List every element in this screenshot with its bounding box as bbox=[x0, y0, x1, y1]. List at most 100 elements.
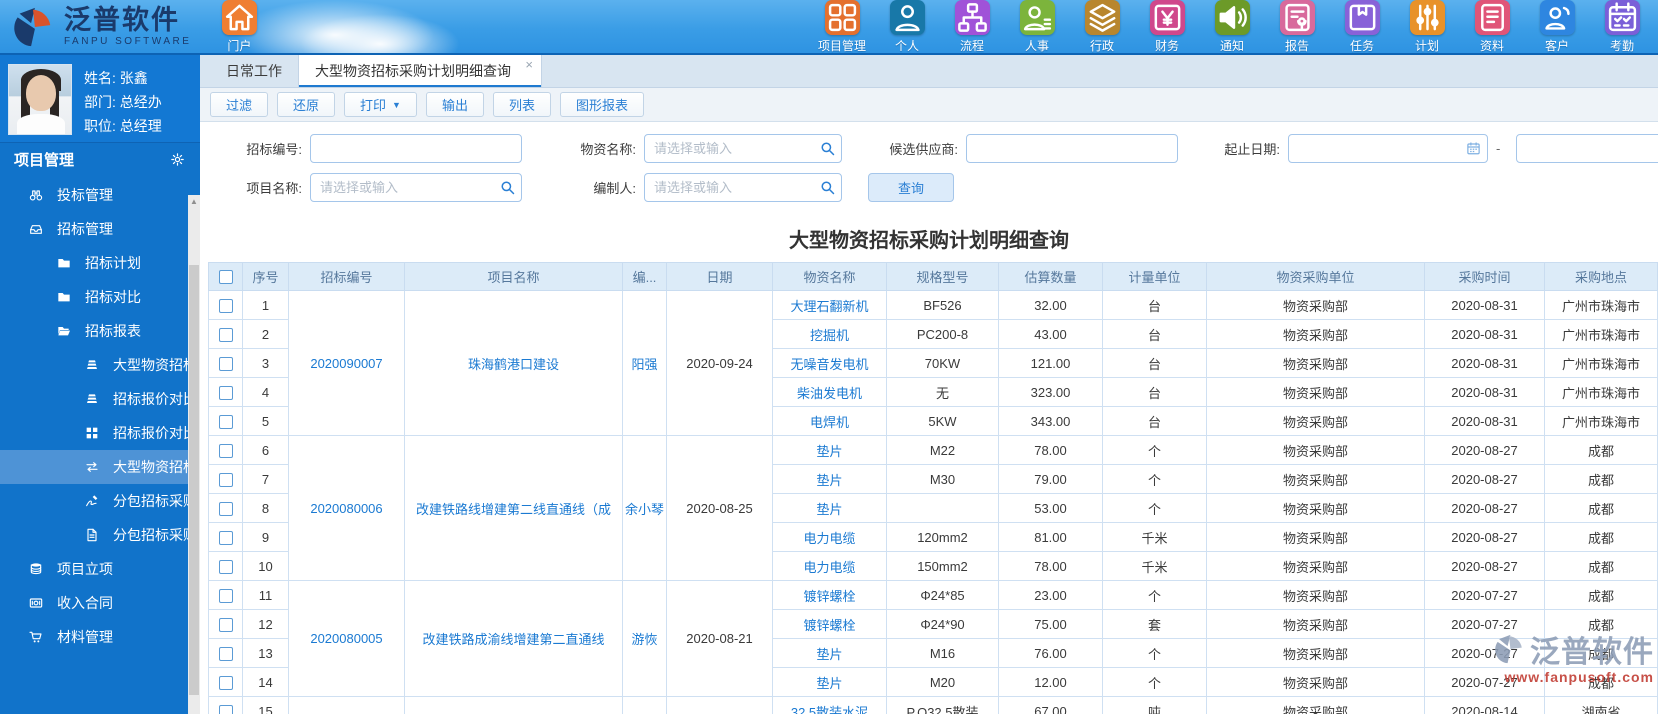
material-name-input[interactable] bbox=[644, 134, 842, 163]
compiler-cell-text[interactable]: 阳强 bbox=[631, 357, 657, 372]
filter-button[interactable]: 过滤 bbox=[210, 92, 269, 117]
search-icon[interactable] bbox=[500, 180, 515, 195]
select-all-checkbox[interactable] bbox=[218, 270, 233, 285]
sidebar-item-10[interactable]: 分包招标采购计划 bbox=[0, 484, 200, 518]
material-name-cell: 挖掘机 bbox=[772, 319, 887, 349]
sidebar-scrollbar[interactable]: ▲ bbox=[188, 195, 200, 714]
restore-button[interactable]: 还原 bbox=[277, 92, 336, 117]
sidebar-item-3[interactable]: 招标计划 bbox=[0, 246, 200, 280]
row-checkbox[interactable] bbox=[218, 385, 233, 400]
row-checkbox[interactable] bbox=[218, 298, 233, 313]
scrollbar-thumb[interactable] bbox=[189, 265, 199, 695]
gear-icon[interactable] bbox=[169, 151, 186, 168]
row-checkbox[interactable] bbox=[218, 414, 233, 429]
row-checkbox[interactable] bbox=[218, 327, 233, 342]
material-name-cell-text[interactable]: 垫片 bbox=[816, 647, 842, 662]
tab-daily-work[interactable]: 日常工作 bbox=[210, 55, 298, 87]
app-nav-item-7[interactable]: 通知 bbox=[1206, 0, 1258, 53]
app-nav-item-9[interactable]: 任务 bbox=[1336, 0, 1388, 53]
app-nav-item-6[interactable]: 财务 bbox=[1141, 0, 1193, 53]
row-checkbox[interactable] bbox=[218, 472, 233, 487]
app-nav-item-5[interactable]: 行政 bbox=[1076, 0, 1128, 53]
candidate-supplier-input[interactable] bbox=[966, 134, 1178, 163]
spec-cell-text: Φ24*85 bbox=[920, 587, 965, 603]
material-name-cell-text[interactable]: 挖掘机 bbox=[810, 328, 849, 343]
sidebar-item-4[interactable]: 招标对比 bbox=[0, 280, 200, 314]
compiler-cell-text[interactable]: 余小琴 bbox=[625, 502, 664, 517]
material-name-cell-text[interactable]: 镀锌螺栓 bbox=[803, 589, 855, 604]
material-name-cell-text[interactable]: 垫片 bbox=[816, 444, 842, 459]
app-nav-item-4[interactable]: 人事 bbox=[1011, 0, 1063, 53]
tender-no-cell-text[interactable]: 2020090007 bbox=[310, 356, 382, 371]
project-name-cell-text[interactable]: 改建铁路成渝线增建第二直通线 bbox=[422, 632, 604, 647]
material-name-cell-text[interactable]: 垫片 bbox=[816, 502, 842, 517]
material-name-cell-text[interactable]: 无噪音发电机 bbox=[790, 357, 868, 372]
user-card: 姓名: 张鑫 部门: 总经办 职位: 总经理 bbox=[0, 55, 200, 142]
sidebar-item-7[interactable]: 招标报价对比查询 bbox=[0, 382, 200, 416]
app-nav-item-13[interactable]: 考勤 bbox=[1596, 0, 1648, 53]
material-name-cell-text[interactable]: 电焊机 bbox=[810, 415, 849, 430]
tender-no-input[interactable] bbox=[310, 134, 522, 163]
stack-icon bbox=[28, 561, 44, 577]
purchase-place-cell: 广州市珠海市 bbox=[1544, 290, 1658, 320]
sidebar-item-13[interactable]: 收入合同 bbox=[0, 586, 200, 620]
project-name-cell-text[interactable]: 改建铁路线增建第二线直通线（成 bbox=[416, 502, 611, 517]
app-nav-item-3[interactable]: 流程 bbox=[946, 0, 998, 53]
compiler-input[interactable] bbox=[644, 173, 842, 202]
material-name-cell-text[interactable]: 电力电缆 bbox=[803, 560, 855, 575]
sidebar-item-11[interactable]: 分包招标采购计划 bbox=[0, 518, 200, 552]
row-checkbox[interactable] bbox=[218, 646, 233, 661]
material-name-cell-text[interactable]: 垫片 bbox=[816, 473, 842, 488]
date-to-input[interactable] bbox=[1516, 134, 1658, 163]
print-button[interactable]: 打印 ▼ bbox=[344, 92, 417, 117]
material-name-cell-text[interactable]: 大理石翻新机 bbox=[790, 299, 868, 314]
row-checkbox[interactable] bbox=[218, 530, 233, 545]
material-name-cell-text[interactable]: 镀锌螺栓 bbox=[803, 618, 855, 633]
row-checkbox[interactable] bbox=[218, 559, 233, 574]
row-checkbox[interactable] bbox=[218, 675, 233, 690]
tab-close-icon[interactable]: × bbox=[525, 58, 533, 71]
tender-no-cell-text[interactable]: 2020080006 bbox=[310, 501, 382, 516]
row-checkbox[interactable] bbox=[218, 704, 233, 714]
sidebar-item-2[interactable]: 招标管理 bbox=[0, 212, 200, 246]
query-button[interactable]: 查询 bbox=[868, 173, 954, 202]
sidebar-item-9[interactable]: 大型物资招标采购 bbox=[0, 450, 200, 484]
sidebar-item-6[interactable]: 大型物资招标采购 bbox=[0, 348, 200, 382]
row-checkbox[interactable] bbox=[218, 617, 233, 632]
sidebar-item-5[interactable]: 招标报表 bbox=[0, 314, 200, 348]
search-icon[interactable] bbox=[820, 141, 835, 156]
project-name-input[interactable] bbox=[310, 173, 522, 202]
date-from-input[interactable] bbox=[1288, 134, 1488, 163]
app-nav-item-11[interactable]: 资料 bbox=[1466, 0, 1518, 53]
list-button[interactable]: 列表 bbox=[492, 92, 551, 117]
portal-button[interactable]: 门户 bbox=[213, 0, 265, 53]
purchase-place-cell: 成都 bbox=[1544, 667, 1658, 697]
export-button[interactable]: 输出 bbox=[425, 92, 484, 117]
row-checkbox[interactable] bbox=[218, 588, 233, 603]
calendar-icon[interactable] bbox=[1466, 141, 1481, 156]
project-name-cell-text[interactable]: 珠海鹤港口建设 bbox=[468, 357, 559, 372]
search-icon[interactable] bbox=[820, 180, 835, 195]
material-name-cell-text[interactable]: 电力电缆 bbox=[803, 531, 855, 546]
app-nav-item-10[interactable]: 计划 bbox=[1401, 0, 1453, 53]
sidebar-item-14[interactable]: 材料管理 bbox=[0, 620, 200, 654]
app-nav-item-12[interactable]: 客户 bbox=[1531, 0, 1583, 53]
compiler-cell-text[interactable]: 游恢 bbox=[631, 632, 657, 647]
sidebar-item-8[interactable]: 招标报价对比明细 bbox=[0, 416, 200, 450]
app-nav-item-2[interactable]: 个人 bbox=[881, 0, 933, 53]
row-checkbox[interactable] bbox=[218, 356, 233, 371]
scroll-up-arrow[interactable]: ▲ bbox=[188, 195, 200, 209]
tender-no-cell-text[interactable]: 2020080005 bbox=[310, 631, 382, 646]
material-name-cell-text[interactable]: 柴油发电机 bbox=[797, 386, 862, 401]
tab-procurement-query[interactable]: 大型物资招标采购计划明细查询 × bbox=[298, 55, 542, 87]
sidebar-item-12[interactable]: 项目立项 bbox=[0, 552, 200, 586]
sidebar-item-1[interactable]: 投标管理 bbox=[0, 178, 200, 212]
material-name-cell-text[interactable]: 垫片 bbox=[816, 676, 842, 691]
table-row: 6 2020080006 改建铁路线增建第二线直通线（成 余小琴 2020-08-25 垫… bbox=[208, 435, 1658, 581]
app-nav-item-1[interactable]: 项目管理 bbox=[816, 0, 868, 53]
row-checkbox[interactable] bbox=[218, 501, 233, 516]
app-nav-item-8[interactable]: 报告 bbox=[1271, 0, 1323, 53]
material-name-cell-text[interactable]: 32.5散装水泥 bbox=[791, 705, 868, 715]
chart-report-button[interactable]: 图形报表 bbox=[560, 92, 645, 117]
row-checkbox[interactable] bbox=[218, 443, 233, 458]
